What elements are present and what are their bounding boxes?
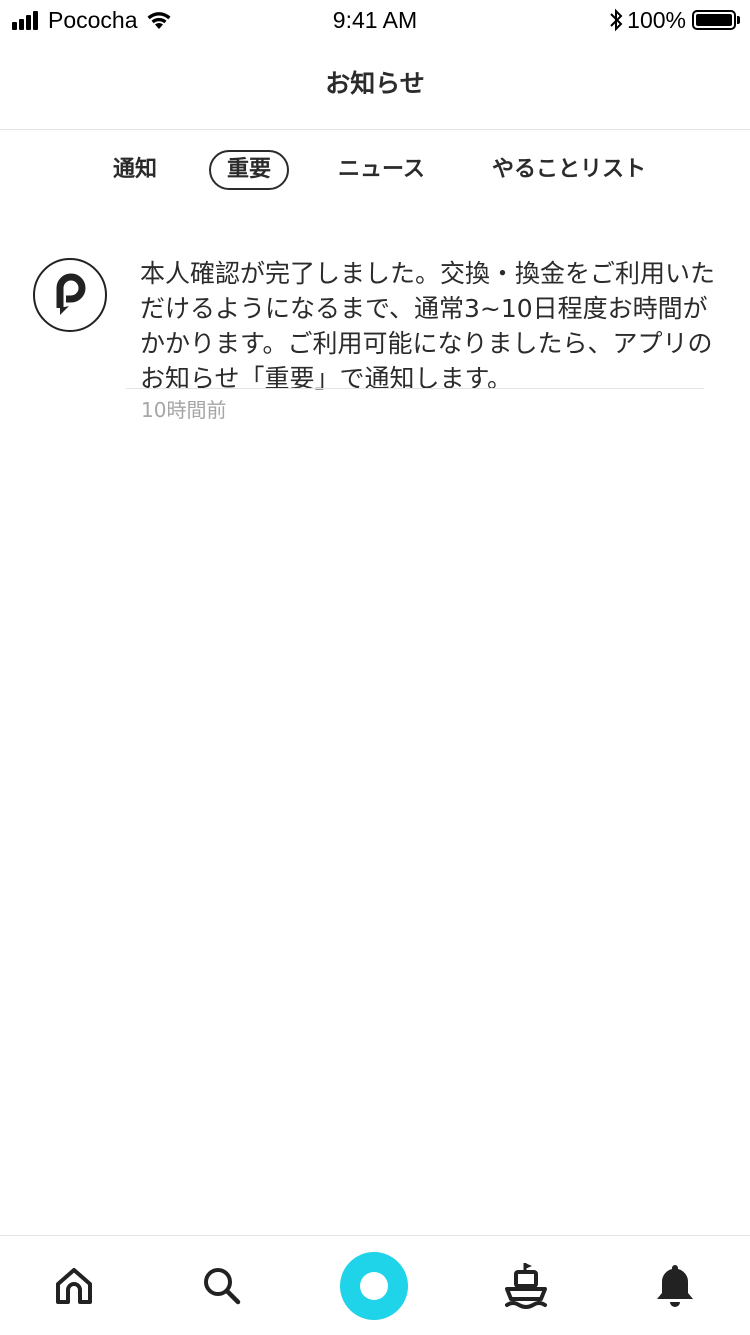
- notice-divider: [126, 388, 704, 389]
- live-dot-icon: [360, 1271, 388, 1300]
- ship-tab[interactable]: [496, 1236, 556, 1335]
- battery-tip: [737, 16, 740, 24]
- search-icon: [204, 1267, 241, 1304]
- tab-news[interactable]: ニュース: [338, 150, 425, 190]
- status-bar: Pococha 9:41 AM 100%: [0, 0, 750, 40]
- live-button[interactable]: [340, 1251, 408, 1320]
- tab-notifications[interactable]: 通知: [113, 150, 157, 190]
- segment-tabs: 通知 重要 ニュース やることリスト: [0, 150, 750, 194]
- pococha-logo-icon: [33, 258, 107, 332]
- bell-icon: [657, 1264, 693, 1307]
- notice-message: 本人確認が完了しました。交換・換金をご利用いただけるようになるまで、通常3~10…: [140, 259, 716, 393]
- search-tab[interactable]: [192, 1236, 252, 1335]
- navigation-bar: お知らせ: [0, 40, 750, 130]
- notifications-tab[interactable]: [645, 1236, 705, 1335]
- page-title: お知らせ: [325, 69, 425, 98]
- bottom-tab-bar: [0, 1235, 750, 1335]
- battery-icon: [692, 10, 736, 30]
- status-right: 100%: [609, 0, 740, 40]
- notice-timestamp: 10時間前: [141, 398, 227, 422]
- home-tab[interactable]: [44, 1236, 104, 1335]
- live-tab[interactable]: [339, 1236, 409, 1335]
- bluetooth-icon: [609, 8, 623, 32]
- tab-important[interactable]: 重要: [209, 150, 290, 190]
- battery-percent: 100%: [627, 6, 686, 33]
- home-icon: [56, 1267, 92, 1304]
- tab-todo-list[interactable]: やることリスト: [492, 150, 646, 190]
- ship-icon: [505, 1262, 547, 1309]
